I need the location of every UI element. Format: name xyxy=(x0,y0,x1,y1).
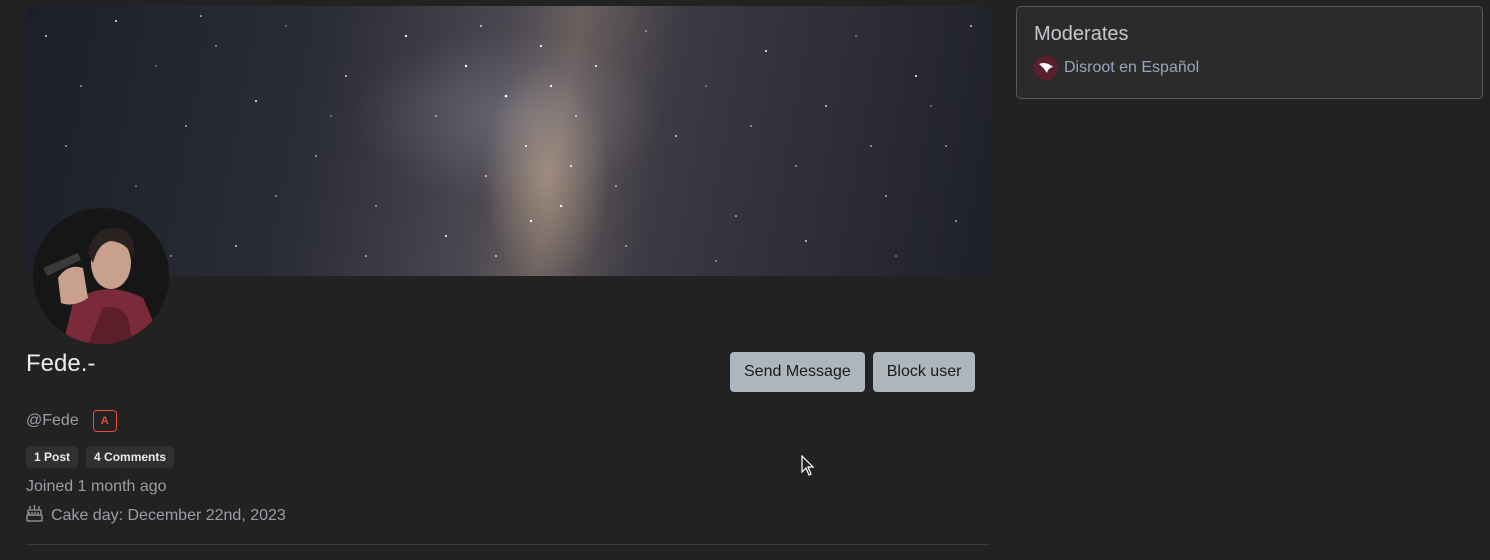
community-link-disroot[interactable]: Disroot en Español xyxy=(1034,56,1465,80)
handle-row: @Fede A xyxy=(26,410,117,432)
profile-banner xyxy=(26,6,990,276)
post-count-badge: 1 Post xyxy=(26,446,79,468)
display-name: Fede.- xyxy=(26,350,96,377)
profile-actions: Send Message Block user xyxy=(730,352,976,392)
disroot-community-icon xyxy=(1034,56,1058,80)
cake-day-text: Cake day: December 22nd, 2023 xyxy=(51,506,286,524)
user-handle: @Fede xyxy=(26,412,79,429)
starfield xyxy=(45,15,972,262)
profile-main xyxy=(26,6,990,276)
user-avatar xyxy=(33,208,169,344)
community-name: Disroot en Español xyxy=(1064,59,1200,76)
avatar-portrait xyxy=(33,208,169,344)
admin-badge: A xyxy=(92,410,117,432)
user-stats: 1 Post 4 Comments xyxy=(26,446,175,468)
birthday-cake-icon xyxy=(26,504,43,527)
block-user-button[interactable]: Block user xyxy=(872,352,976,392)
comment-count-badge: 4 Comments xyxy=(86,446,175,468)
moderates-title: Moderates xyxy=(1034,23,1129,45)
cake-day-row: Cake day: December 22nd, 2023 xyxy=(26,504,286,527)
joined-text: Joined 1 month ago xyxy=(26,478,167,495)
mouse-cursor-icon xyxy=(801,454,815,482)
send-message-button[interactable]: Send Message xyxy=(730,352,865,392)
moderates-card: Moderates Disroot en Español xyxy=(1016,6,1483,99)
profile-divider xyxy=(26,544,990,545)
